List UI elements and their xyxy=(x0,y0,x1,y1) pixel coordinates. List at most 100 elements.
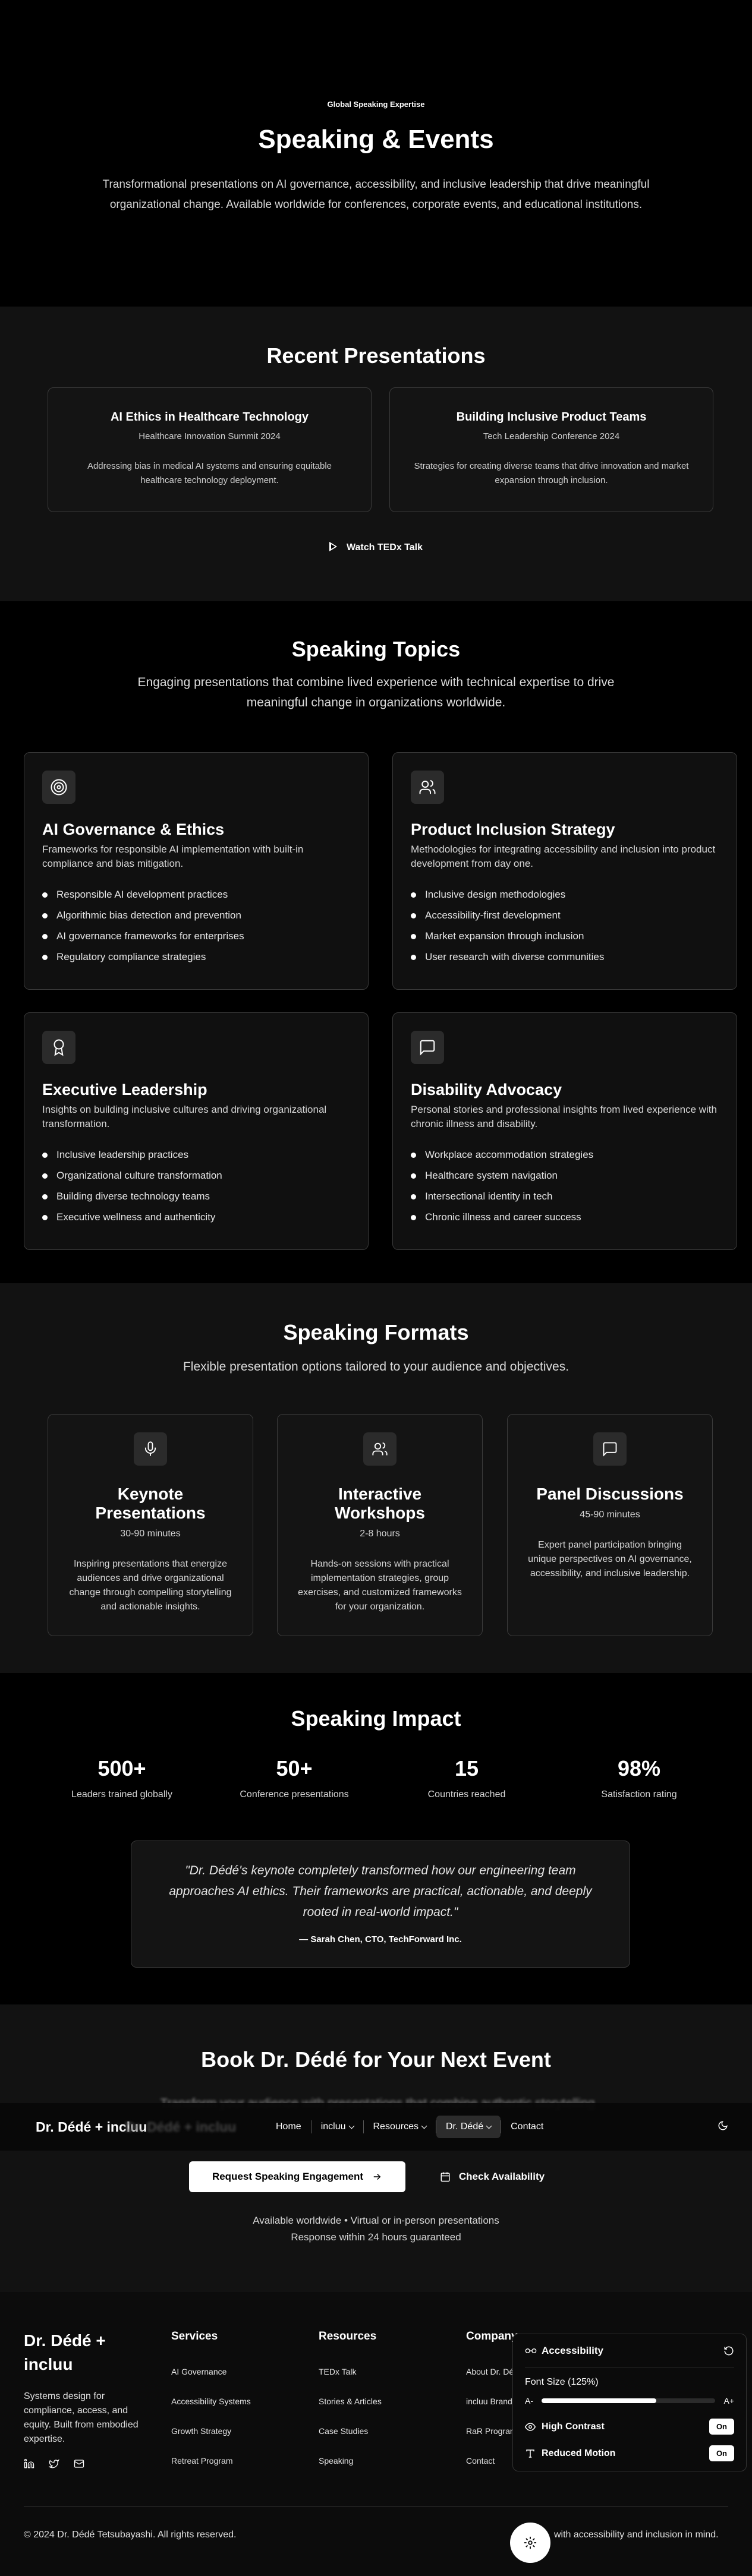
nav-menu: Home incluu Resources Dr. Dédé Contact xyxy=(266,2116,553,2138)
nav-home[interactable]: Home xyxy=(266,2116,311,2138)
mail-icon[interactable] xyxy=(74,2458,84,2469)
format-title: Panel Discussions xyxy=(536,1485,684,1503)
stat-label: Countries reached xyxy=(427,1789,506,1800)
presentation-event: Healthcare Innovation Summit 2024 xyxy=(139,431,281,441)
footer-link[interactable]: Stories & Articles xyxy=(319,2397,382,2426)
presentation-event: Tech Leadership Conference 2024 xyxy=(483,431,620,441)
request-engagement-button[interactable]: Request Speaking Engagement xyxy=(189,2161,405,2192)
footer-link[interactable]: Accessibility Systems xyxy=(171,2397,251,2426)
list-item: Intersectional identity in tech xyxy=(411,1191,719,1211)
response-line: Response within 24 hours guaranteed xyxy=(291,2231,461,2243)
footer-desc: Systems design for compliance, access, a… xyxy=(24,2391,139,2444)
topic-card-ai-governance: AI Governance & Ethics Frameworks for re… xyxy=(24,752,369,990)
linkedin-icon[interactable] xyxy=(24,2458,34,2469)
nav-dr-dede[interactable]: Dr. Dédé xyxy=(436,2116,501,2138)
impact-title: Speaking Impact xyxy=(291,1706,461,1731)
page-title: Speaking & Events xyxy=(258,125,494,154)
stat-conferences: 50+ Conference presentations xyxy=(208,1756,380,1800)
format-desc: Hands-on sessions with practical impleme… xyxy=(298,1559,462,1612)
theme-toggle-button[interactable] xyxy=(718,2120,728,2134)
stat-satisfaction: 98% Satisfaction rating xyxy=(553,1756,725,1800)
footer-link[interactable]: TEDx Talk xyxy=(319,2367,382,2397)
footer-column-title: Services xyxy=(171,2330,218,2343)
accessibility-title: Accessibility xyxy=(525,2345,603,2357)
format-card-panels: Panel Discussions 45-90 minutes Expert p… xyxy=(507,1414,713,1636)
formats-subtitle: Flexible presentation options tailored t… xyxy=(183,1360,569,1374)
arrow-right-icon xyxy=(373,2173,381,2180)
recent-title: Recent Presentations xyxy=(266,343,486,368)
list-item: Inclusive design methodologies xyxy=(411,889,719,910)
request-engagement-label: Request Speaking Engagement xyxy=(212,2171,364,2182)
list-item: AI governance frameworks for enterprises xyxy=(42,930,350,951)
format-card-workshops: Interactive Workshops 2-8 hours Hands-on… xyxy=(277,1414,483,1636)
topics-title: Speaking Topics xyxy=(291,637,461,661)
reduced-motion-text: Reduced Motion xyxy=(542,2448,616,2458)
list-item: Accessibility-first development xyxy=(411,910,719,930)
list-item: Market expansion through inclusion xyxy=(411,930,719,951)
list-item: Responsible AI development practices xyxy=(42,889,350,910)
format-duration: 2-8 hours xyxy=(360,1529,400,1539)
hero-eyebrow: Global Speaking Expertise xyxy=(327,100,425,109)
availability-info: Available worldwide • Virtual or in-pers… xyxy=(0,2212,752,2246)
format-duration: 45-90 minutes xyxy=(580,1510,640,1520)
play-icon xyxy=(329,542,337,551)
topic-list: Inclusive leadership practices Organizat… xyxy=(42,1149,350,1232)
text-icon xyxy=(526,2449,534,2458)
speaking-impact-section: Speaking Impact 500+ Leaders trained glo… xyxy=(0,1673,752,2004)
reduced-motion-toggle[interactable]: On xyxy=(709,2445,734,2461)
twitter-icon[interactable] xyxy=(49,2458,59,2469)
nav-incluu[interactable]: incluu xyxy=(312,2116,363,2138)
footer-link[interactable]: Speaking xyxy=(319,2456,382,2486)
footer-link[interactable]: AI Governance xyxy=(171,2367,251,2397)
list-item: Building diverse technology teams xyxy=(42,1191,350,1211)
footer-link[interactable]: Case Studies xyxy=(319,2426,382,2456)
watch-tedx-link[interactable]: Watch TEDx Talk xyxy=(0,542,752,553)
footer-brand: Dr. Dédé + incluu xyxy=(24,2331,106,2373)
font-size-slider-fill xyxy=(542,2398,657,2403)
testimonial-quote: "Dr. Dédé's keynote completely transform… xyxy=(169,1864,592,1919)
nav-contact[interactable]: Contact xyxy=(501,2116,553,2138)
message-icon xyxy=(411,1031,444,1064)
footer-tagline: with accessibility and inclusion in mind… xyxy=(554,2530,719,2540)
topic-title: Product Inclusion Strategy xyxy=(411,820,615,838)
accessibility-settings-button[interactable] xyxy=(510,2523,550,2563)
topic-card-executive-leadership: Executive Leadership Insights on buildin… xyxy=(24,1012,369,1250)
footer-link[interactable]: Growth Strategy xyxy=(171,2426,251,2456)
high-contrast-label: High Contrast xyxy=(525,2422,605,2432)
presentation-desc: Strategies for creating diverse teams th… xyxy=(414,461,689,485)
nav-resources[interactable]: Resources xyxy=(364,2116,436,2138)
high-contrast-toggle[interactable]: On xyxy=(709,2419,734,2435)
list-item: Workplace accommodation strategies xyxy=(411,1149,719,1170)
calendar-icon xyxy=(440,2172,450,2182)
microphone-icon xyxy=(134,1432,167,1466)
users-icon xyxy=(363,1432,397,1466)
message-icon xyxy=(593,1432,627,1466)
footer-column-services: Services AI Governance Accessibility Sys… xyxy=(171,2330,251,2486)
format-title: Interactive Workshops xyxy=(335,1485,425,1522)
reset-icon[interactable] xyxy=(723,2345,734,2356)
eye-icon xyxy=(525,2422,536,2431)
book-title: Book Dr. Dédé for Your Next Event xyxy=(201,2047,551,2072)
font-increase-button[interactable]: A+ xyxy=(723,2396,734,2405)
list-item: Healthcare system navigation xyxy=(411,1170,719,1191)
presentation-card: AI Ethics in Healthcare Technology Healt… xyxy=(48,387,372,512)
font-decrease-button[interactable]: A- xyxy=(525,2396,533,2405)
footer-link[interactable]: Retreat Program xyxy=(171,2456,251,2486)
topic-card-disability-advocacy: Disability Advocacy Personal stories and… xyxy=(392,1012,737,1250)
testimonial-author: — Sarah Chen, CTO, TechForward Inc. xyxy=(299,1934,462,1944)
list-item: Regulatory compliance strategies xyxy=(42,951,350,972)
users-icon xyxy=(411,771,444,804)
format-duration: 30-90 minutes xyxy=(120,1529,181,1539)
topic-desc: Methodologies for integrating accessibil… xyxy=(411,844,716,869)
list-item: Chronic illness and career success xyxy=(411,1211,719,1232)
copyright: © 2024 Dr. Dédé Tetsubayashi. All rights… xyxy=(24,2530,237,2540)
accessibility-panel: Accessibility Font Size (125%) A- A+ Hig… xyxy=(512,2334,747,2471)
stat-value: 500+ xyxy=(97,1756,146,1781)
format-desc: Inspiring presentations that energize au… xyxy=(69,1559,232,1612)
top-navigation: Dr. Dédé + incluu Dr. Dédé + incluu Home… xyxy=(0,2103,752,2151)
check-availability-button[interactable]: Check Availability xyxy=(427,2161,558,2192)
high-contrast-text: High Contrast xyxy=(542,2421,605,2432)
reduced-motion-row: Reduced Motion On xyxy=(525,2445,734,2461)
font-size-slider[interactable] xyxy=(542,2398,716,2403)
nav-label: Resources xyxy=(373,2122,419,2132)
